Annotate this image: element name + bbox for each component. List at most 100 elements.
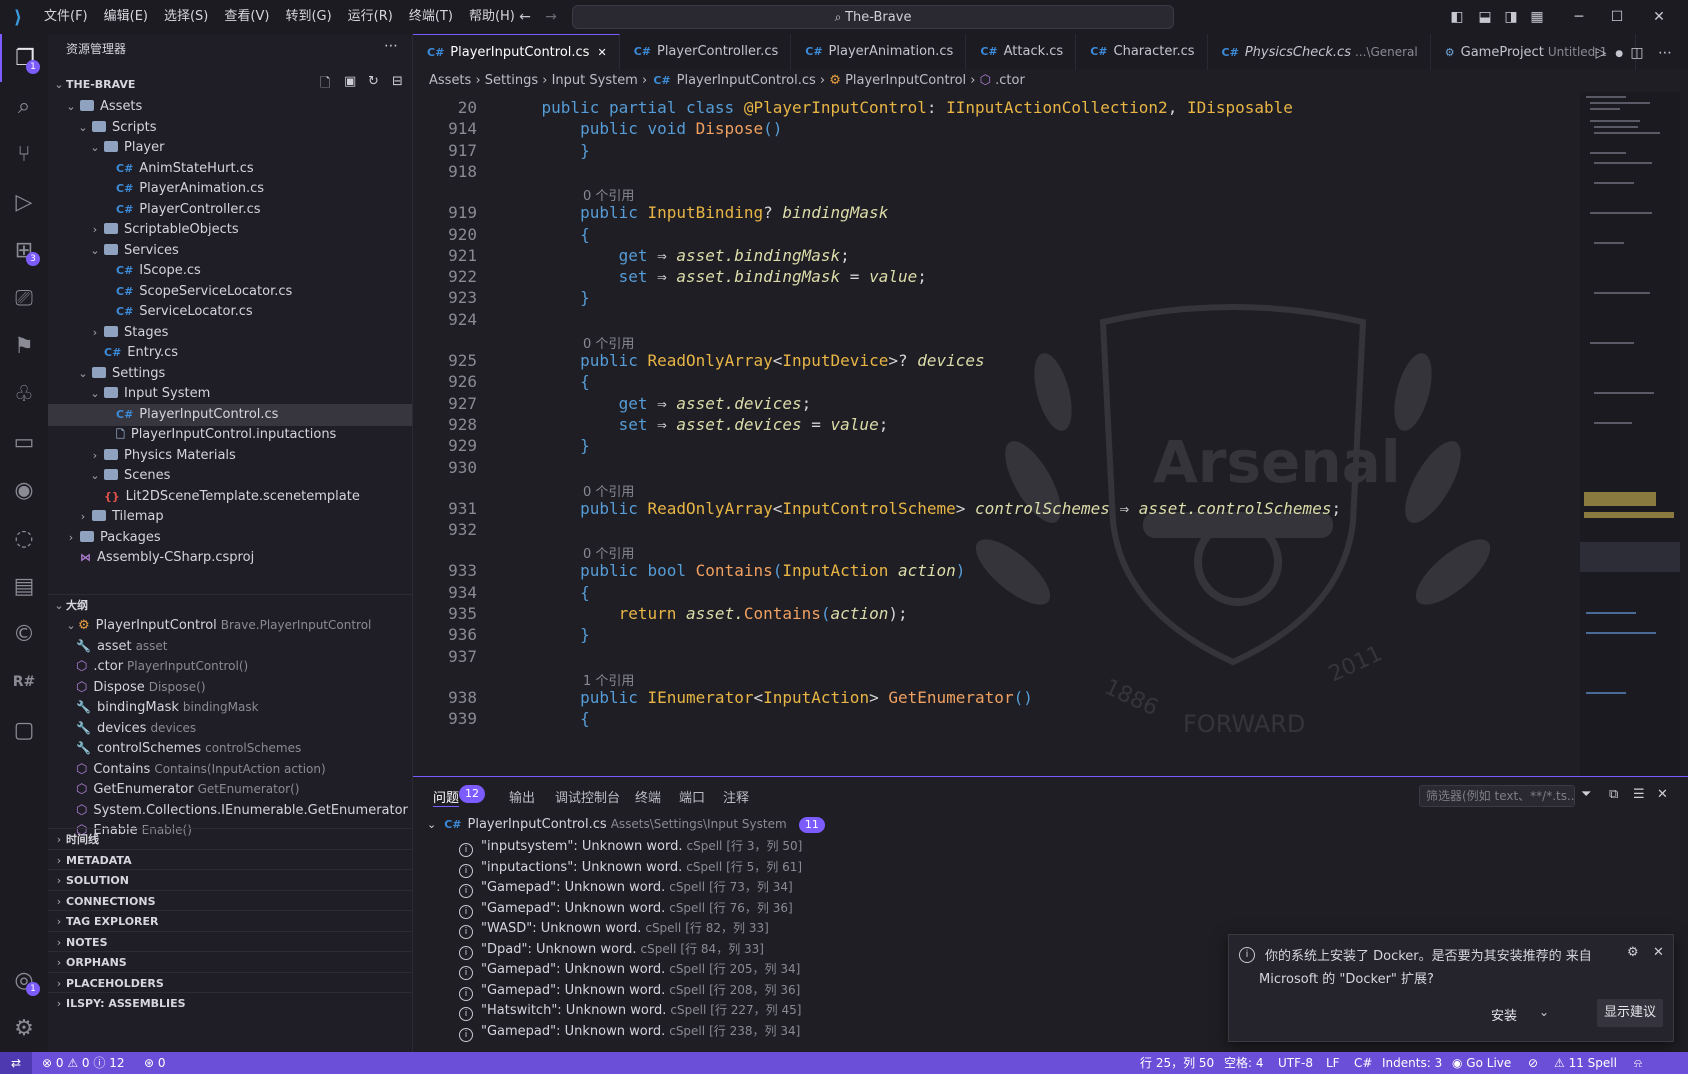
tab-physicscheck-cs[interactable]: C# PhysicsCheck.cs ...\General: [1207, 34, 1431, 70]
install-button[interactable]: 安装: [1491, 1005, 1517, 1024]
containers-icon[interactable]: ▤: [0, 562, 48, 610]
menu-item[interactable]: 编辑(E): [96, 0, 156, 34]
tree-file[interactable]: C# ScopeServiceLocator.cs: [48, 281, 412, 303]
sidebar-section-2[interactable]: › SOLUTION: [48, 869, 412, 891]
panel-tab[interactable]: 注释: [723, 787, 749, 806]
refresh-icon[interactable]: ↻: [368, 74, 379, 89]
breadcrumb-item[interactable]: PlayerInputControl.cs: [677, 73, 816, 88]
tree-file[interactable]: C# PlayerAnimation.cs: [48, 178, 412, 200]
extensions-icon[interactable]: ⊞ 3: [0, 226, 48, 274]
menu-item[interactable]: 选择(S): [156, 0, 216, 34]
tree-file[interactable]: C# ServiceLocator.cs: [48, 301, 412, 323]
sidebar-section-0[interactable]: › 时间线: [48, 828, 412, 850]
close-window-icon[interactable]: ✕: [1650, 8, 1668, 26]
go-live-button[interactable]: ◉ Go Live: [1452, 1052, 1511, 1074]
install-dropdown-icon[interactable]: ⌄: [1539, 1005, 1549, 1019]
problem-row[interactable]: i "inputsystem": Unknown word. cSpell [行 3，…: [459, 835, 802, 857]
show-recommendations-button[interactable]: 显示建议: [1597, 999, 1663, 1027]
tree-folder[interactable]: ⌄ Player: [48, 137, 412, 159]
outline-item[interactable]: ⬡ GetEnumerator GetEnumerator(): [48, 778, 412, 800]
sidebar-section-5[interactable]: › NOTES: [48, 930, 412, 953]
outline-item[interactable]: 🔧 controlSchemes controlSchemes: [48, 737, 412, 759]
back-arrow-icon[interactable]: ←: [516, 8, 534, 26]
run-debug-icon[interactable]: ▷: [0, 178, 48, 226]
outline-item[interactable]: ⬡ .ctor PlayerInputControl(): [48, 655, 412, 677]
panel-tab[interactable]: 问题: [433, 787, 460, 807]
codelens-references[interactable]: 0 个引用: [583, 481, 634, 500]
codelens-references[interactable]: 0 个引用: [583, 185, 634, 204]
accounts-icon[interactable]: ◎ 1: [0, 956, 48, 1004]
tree-folder[interactable]: › Physics Materials: [48, 445, 412, 467]
tree-folder[interactable]: ⌄ Assets: [48, 96, 412, 118]
c-extension-icon[interactable]: ©: [0, 610, 48, 658]
tree-file[interactable]: 🗋 PlayerInputControl.inputactions: [48, 424, 412, 446]
toggle-sidebar-icon[interactable]: ◧: [1448, 8, 1466, 26]
tree-file[interactable]: C# PlayerController.cs: [48, 199, 412, 221]
problem-file-row[interactable]: ⌄ C# PlayerInputControl.cs Assets\Settings\…: [427, 813, 825, 835]
sidebar-section-1[interactable]: › METADATA: [48, 848, 412, 871]
indents-indicator[interactable]: Indents: 3: [1382, 1052, 1442, 1074]
panel-tab[interactable]: 终端: [635, 787, 661, 806]
tree-folder[interactable]: › ScriptableObjects: [48, 219, 412, 241]
customize-layout-icon[interactable]: ▦: [1528, 8, 1546, 26]
breadcrumb-item[interactable]: PlayerInputControl: [845, 73, 966, 88]
panel-tab[interactable]: 调试控制台: [555, 787, 620, 806]
notification-settings-icon[interactable]: ⚙: [1627, 945, 1639, 960]
tree-file[interactable]: C# Entry.cs: [48, 342, 412, 364]
problem-row[interactable]: i "Gamepad": Unknown word. cSpell [行 73，列 3…: [459, 876, 793, 898]
tree-folder[interactable]: › Tilemap: [48, 506, 412, 528]
problem-row[interactable]: i "inputactions": Unknown word. cSpell [行 5…: [459, 856, 802, 878]
notifications-bell-icon[interactable]: ⍾: [1634, 1052, 1642, 1074]
problems-filter-input[interactable]: 筛选器(例如 text、**/*.ts...: [1419, 785, 1575, 807]
editor-more-icon[interactable]: ⋯: [1656, 44, 1674, 62]
panel-tab[interactable]: 端口: [679, 787, 705, 806]
menu-item[interactable]: 查看(V): [216, 0, 277, 34]
tree-folder[interactable]: ⌄ Input System: [48, 383, 412, 405]
notification-close-icon[interactable]: ✕: [1653, 945, 1664, 960]
problems-summary[interactable]: ⊗ 0 ⚠ 0 ⓘ 12: [42, 1052, 124, 1074]
command-center[interactable]: ⌕ The-Brave: [572, 5, 1174, 29]
tab-playercontroller-cs[interactable]: C# PlayerController.cs: [619, 34, 792, 70]
resharper-icon[interactable]: R#: [0, 658, 48, 706]
tab-character-cs[interactable]: C# Character.cs: [1076, 34, 1208, 70]
codelens-references[interactable]: 1 个引用: [583, 670, 634, 689]
tab-attack-cs[interactable]: C# Attack.cs: [966, 34, 1077, 70]
explorer-icon[interactable]: ❐ 1: [0, 34, 48, 82]
new-file-icon[interactable]: 🗋: [320, 74, 330, 96]
collapse-all-problems-icon[interactable]: ⧉: [1609, 787, 1618, 802]
tree-folder[interactable]: ⌄ Scenes: [48, 465, 412, 487]
minimap[interactable]: [1580, 92, 1680, 776]
close-panel-icon[interactable]: ✕: [1657, 787, 1668, 802]
split-editor-icon[interactable]: ◫: [1628, 44, 1646, 62]
problem-row[interactable]: i "Gamepad": Unknown word. cSpell [行 205，列 …: [459, 958, 800, 980]
end-of-line[interactable]: LF: [1326, 1052, 1340, 1074]
comments-icon[interactable]: ▢: [0, 706, 48, 754]
breadcrumb-item[interactable]: Assets: [429, 73, 471, 88]
remote-indicator-icon[interactable]: ⇄: [0, 1052, 32, 1074]
tab-playerinputcontrol-cs[interactable]: C# PlayerInputControl.cs ✕: [413, 34, 620, 70]
more-actions-icon[interactable]: ⋯: [384, 38, 398, 54]
menu-item[interactable]: 文件(F): [36, 0, 96, 34]
problem-row[interactable]: i "Dpad": Unknown word. cSpell [行 84，列 33]: [459, 938, 764, 960]
outline-item[interactable]: 🔧 bindingMask bindingMask: [48, 696, 412, 718]
tree-folder[interactable]: ⌄ Settings: [48, 363, 412, 385]
collapse-all-icon[interactable]: ⊟: [392, 74, 403, 89]
codelens-references[interactable]: 0 个引用: [583, 333, 634, 352]
maximize-icon[interactable]: ☐: [1608, 8, 1626, 26]
problem-row[interactable]: i "Hatswitch": Unknown word. cSpell [行 227，…: [459, 999, 801, 1021]
tab-close-icon[interactable]: ✕: [597, 46, 606, 59]
edge-icon[interactable]: ◌: [0, 514, 48, 562]
outline-item[interactable]: ⬡ Dispose Dispose(): [48, 676, 412, 698]
minimize-icon[interactable]: ─: [1570, 8, 1588, 26]
code-editor[interactable]: Arsenal 1886 2011 FORWARD 20 public part…: [413, 92, 1688, 776]
copilot-icon[interactable]: ⊘: [1528, 1052, 1538, 1074]
outline-item[interactable]: ⬡ System.Collections.IEnumerable.GetEnume…: [48, 799, 412, 821]
tree-folder[interactable]: › Packages: [48, 527, 412, 549]
tree-icon[interactable]: ♧: [0, 370, 48, 418]
sidebar-section-8[interactable]: › ILSPY: ASSEMBLIES: [48, 992, 412, 1014]
tree-file[interactable]: ⋈ Assembly-CSharp.csproj: [48, 547, 412, 569]
breadcrumb-item[interactable]: Settings: [485, 73, 538, 88]
view-as-list-icon[interactable]: ☰: [1633, 787, 1645, 802]
search-view-icon[interactable]: ⌕: [0, 82, 48, 130]
tree-file[interactable]: C# IScope.cs: [48, 260, 412, 282]
